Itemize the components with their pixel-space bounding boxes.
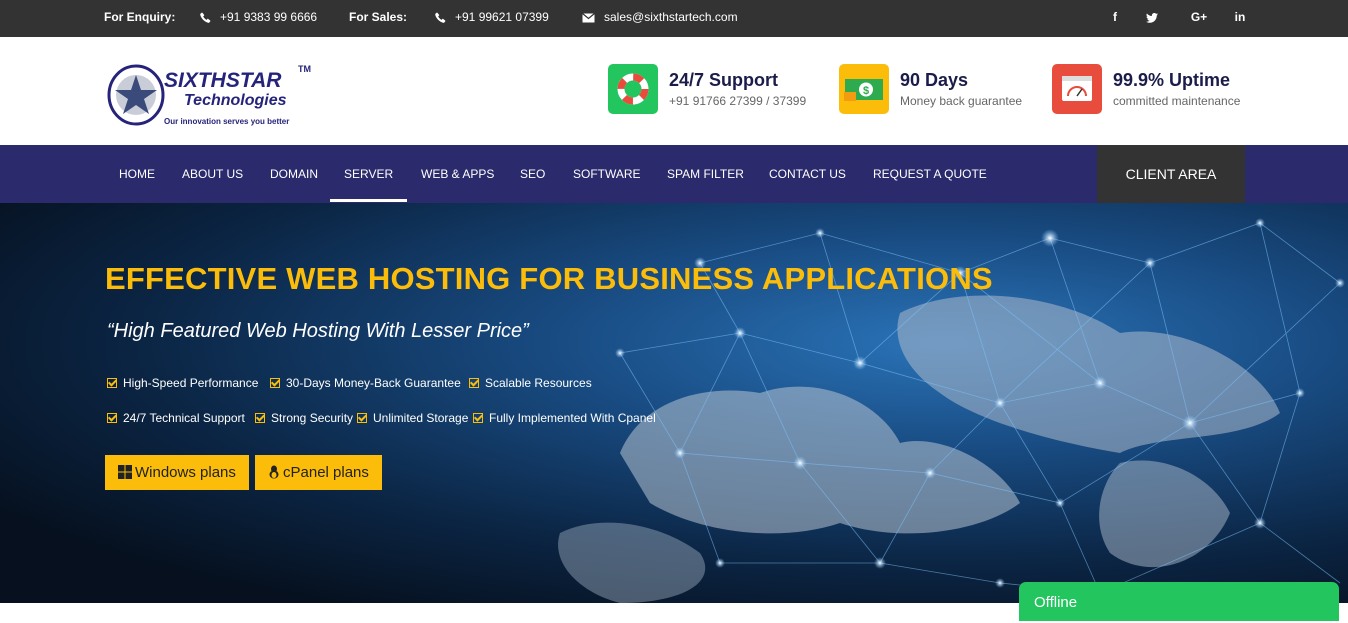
nav-web-apps[interactable]: WEB & APPS bbox=[421, 145, 494, 203]
logo-name: SIXTHSTAR bbox=[164, 69, 282, 92]
feature-title: 24/7 Support bbox=[669, 70, 779, 90]
feature-title: 90 Days bbox=[900, 70, 969, 90]
logo-tagline: Our innovation serves you better bbox=[164, 117, 290, 126]
feature-bullet: High-Speed Performance bbox=[107, 376, 258, 390]
main-nav: HOME ABOUT US DOMAIN SERVER WEB & APPS S… bbox=[0, 145, 1348, 203]
feature-sub: +91 91766 27399 / 37399 bbox=[669, 94, 807, 108]
nav-server[interactable]: SERVER bbox=[344, 145, 393, 203]
phone-icon bbox=[435, 12, 446, 24]
checkbox-icon bbox=[255, 413, 265, 423]
sales-phone-text: +91 99621 07399 bbox=[455, 10, 549, 24]
twitter-icon[interactable] bbox=[1146, 0, 1162, 37]
bullet-text: High-Speed Performance bbox=[123, 376, 259, 390]
star-logo-icon bbox=[107, 64, 165, 126]
svg-text:$: $ bbox=[863, 85, 869, 97]
logo-sub: Technologies bbox=[184, 92, 287, 109]
hero-banner: EFFECTIVE WEB HOSTING FOR BUSINESS APPLI… bbox=[0, 203, 1348, 603]
email-text: sales@sixthstartech.com bbox=[604, 10, 738, 24]
twitter-bird-shape bbox=[1146, 12, 1158, 23]
linkedin-icon[interactable]: in bbox=[1232, 0, 1248, 37]
windows-icon bbox=[118, 465, 132, 480]
lifebuoy-icon bbox=[608, 64, 658, 114]
facebook-icon[interactable]: f bbox=[1107, 0, 1123, 37]
checkbox-icon bbox=[473, 413, 483, 423]
hero-tagline: “High Featured Web Hosting With Lesser P… bbox=[107, 320, 529, 342]
nav-seo[interactable]: SEO bbox=[520, 145, 545, 203]
checkbox-icon bbox=[107, 413, 117, 423]
checkbox-icon bbox=[107, 378, 117, 388]
feature-bullet: 30-Days Money-Back Guarantee bbox=[270, 376, 461, 390]
envelope-icon bbox=[582, 12, 595, 23]
bullet-text: 30-Days Money-Back Guarantee bbox=[286, 376, 461, 390]
bullet-text: Strong Security bbox=[271, 411, 354, 425]
chat-widget[interactable]: Offline bbox=[1019, 582, 1339, 621]
nav-contact-us[interactable]: CONTACT US bbox=[769, 145, 846, 203]
client-area-button[interactable]: CLIENT AREA bbox=[1097, 145, 1245, 203]
feature-title: 99.9% Uptime bbox=[1113, 70, 1231, 90]
google-plus-icon[interactable]: G+ bbox=[1189, 0, 1209, 37]
phone-icon bbox=[200, 12, 211, 24]
feature-bullet: 24/7 Technical Support bbox=[107, 411, 245, 425]
sales-label: For Sales: bbox=[349, 10, 408, 24]
nav-software[interactable]: SOFTWARE bbox=[573, 145, 641, 203]
enquiry-phone-text: +91 9383 99 6666 bbox=[220, 10, 318, 24]
checkbox-icon bbox=[357, 413, 367, 423]
bullet-text: 24/7 Technical Support bbox=[123, 411, 245, 425]
feature-bullet: Scalable Resources bbox=[469, 376, 592, 390]
windows-plans-label: Windows plans bbox=[135, 464, 236, 481]
top-bar: For Enquiry: +91 9383 99 6666 For Sales:… bbox=[0, 0, 1348, 37]
email-link[interactable]: sales@sixthstartech.com bbox=[582, 0, 738, 37]
nav-spam-filter[interactable]: SPAM FILTER bbox=[667, 145, 744, 203]
checkbox-icon bbox=[270, 378, 280, 388]
feature-bullet: Fully Implemented With Cpanel bbox=[473, 411, 656, 425]
feature-sub: Money back guarantee bbox=[900, 94, 1023, 108]
enquiry-phone[interactable]: +91 9383 99 6666 bbox=[200, 0, 317, 37]
checkbox-icon bbox=[469, 378, 479, 388]
feature-sub: committed maintenance bbox=[1113, 94, 1241, 108]
hero-title: EFFECTIVE WEB HOSTING FOR BUSINESS APPLI… bbox=[105, 261, 993, 296]
bullet-text: Fully Implemented With Cpanel bbox=[489, 411, 656, 425]
logo-tm: TM bbox=[298, 64, 311, 74]
cpanel-plans-button[interactable]: cPanel plans bbox=[255, 455, 382, 490]
windows-plans-button[interactable]: Windows plans bbox=[105, 455, 249, 490]
nav-request-quote[interactable]: REQUEST A QUOTE bbox=[873, 145, 987, 203]
enquiry-label: For Enquiry: bbox=[104, 10, 176, 24]
bullet-text: Scalable Resources bbox=[485, 376, 592, 390]
feature-bullet: Unlimited Storage bbox=[357, 411, 468, 425]
bullet-text: Unlimited Storage bbox=[373, 411, 469, 425]
sales-phone[interactable]: +91 99621 07399 bbox=[435, 0, 549, 37]
cpanel-plans-label: cPanel plans bbox=[283, 464, 369, 481]
logo[interactable]: SIXTHSTAR TM Technologies Our innovation… bbox=[106, 63, 316, 129]
header: SIXTHSTAR TM Technologies Our innovation… bbox=[0, 37, 1348, 145]
feature-bullet: Strong Security bbox=[255, 411, 353, 425]
nav-about-us[interactable]: ABOUT US bbox=[182, 145, 243, 203]
nav-active-indicator bbox=[330, 199, 407, 202]
money-icon: $ bbox=[839, 64, 889, 114]
gauge-icon bbox=[1052, 64, 1102, 114]
nav-home[interactable]: HOME bbox=[119, 145, 155, 203]
nav-domain[interactable]: DOMAIN bbox=[270, 145, 318, 203]
linux-icon bbox=[269, 465, 279, 479]
